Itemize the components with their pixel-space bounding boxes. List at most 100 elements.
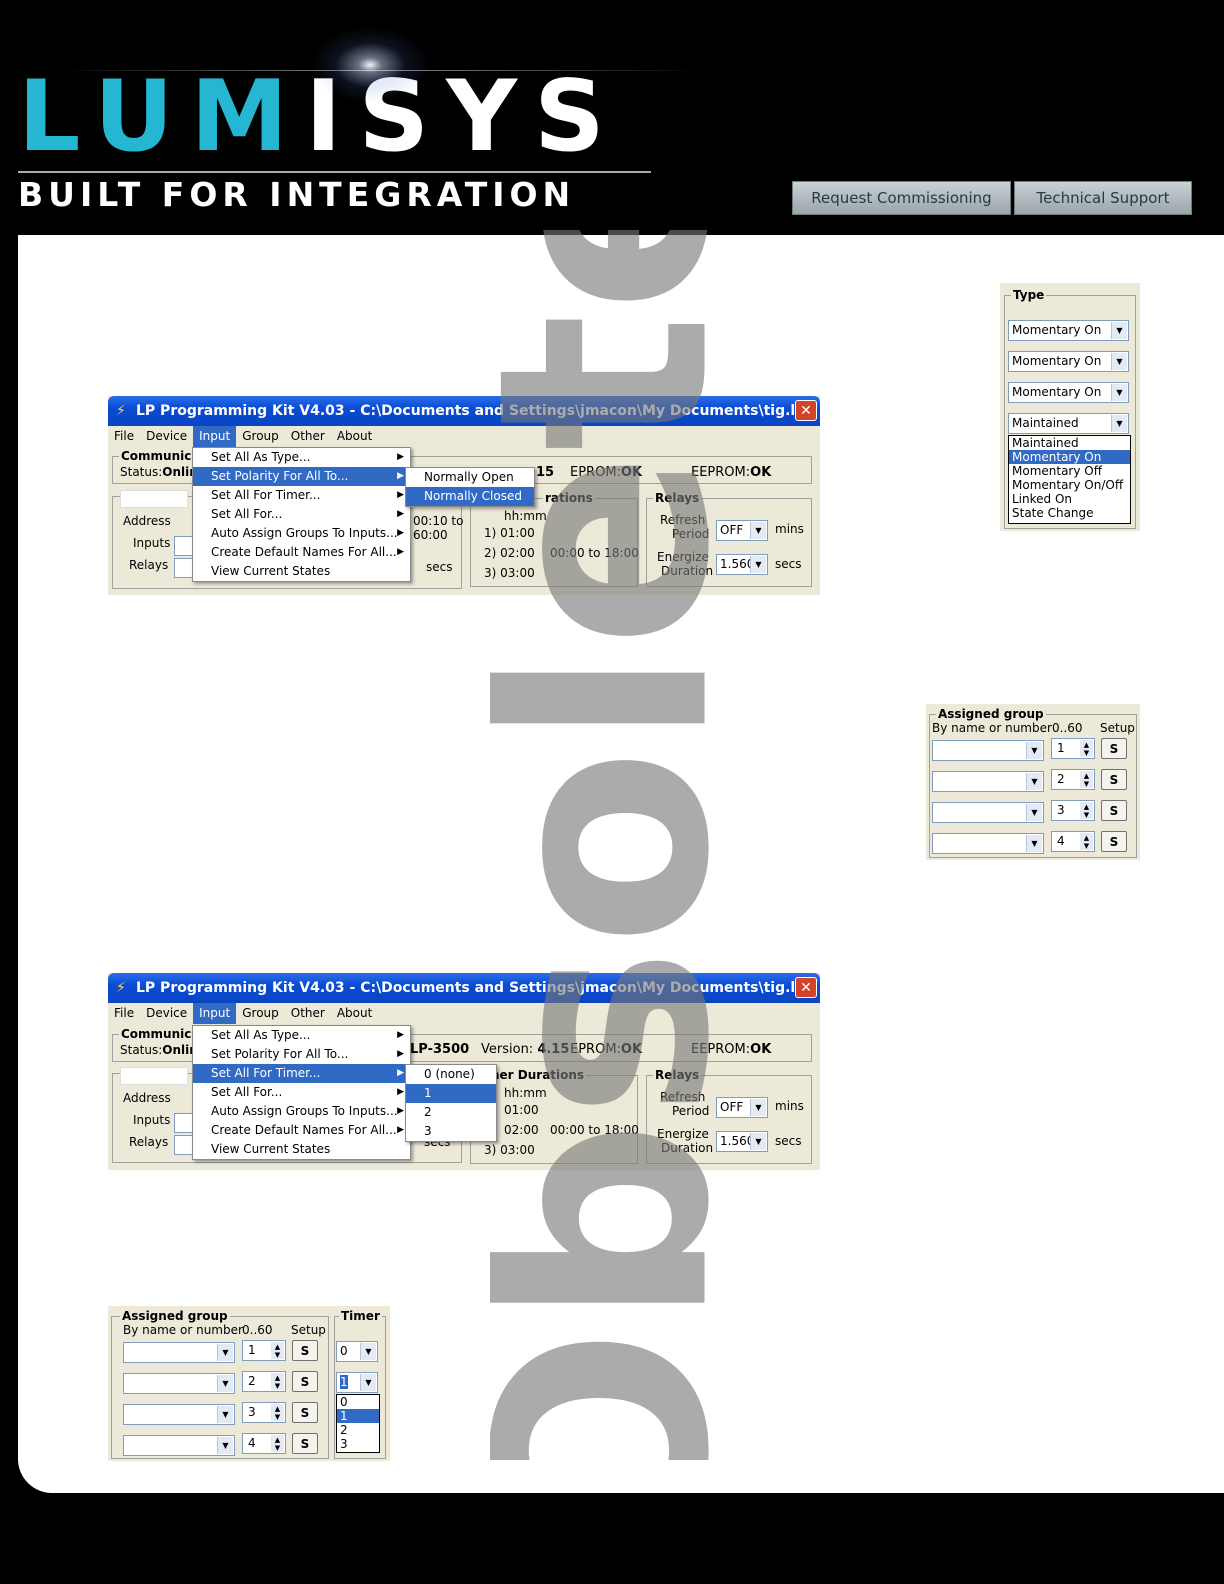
menu-item-auto-assign-groups[interactable]: Auto Assign Groups To Inputs... ▶ xyxy=(193,524,410,543)
setup-button-2[interactable]: S xyxy=(1101,769,1127,790)
type-option[interactable]: Momentary On/Off xyxy=(1009,478,1130,492)
type-option[interactable]: Maintained xyxy=(1009,436,1130,450)
inputs-label: Inputs xyxy=(133,536,171,550)
menu-item-set-all-as-type[interactable]: Set All As Type... ▶ xyxy=(193,448,410,467)
setup-button-1[interactable]: S xyxy=(1101,738,1127,759)
group-combo-1[interactable]: ▼ xyxy=(123,1342,235,1363)
menu-item-set-all-as-type[interactable]: Set All As Type... ▶ xyxy=(193,1026,410,1045)
menu-group[interactable]: Group xyxy=(236,1003,285,1024)
menu-item-timer-2[interactable]: 2 xyxy=(406,1103,496,1122)
spin-arrows-icon[interactable]: ▲ ▼ xyxy=(271,1435,284,1452)
by-name-label: By name or number xyxy=(123,1323,243,1337)
menu-item-view-current-states[interactable]: View Current States xyxy=(193,562,410,581)
type-option[interactable]: State Change xyxy=(1009,506,1130,520)
refresh-period-combo[interactable]: OFF ▼ xyxy=(716,520,768,541)
type-combo-3[interactable]: Momentary On ▼ xyxy=(1008,382,1129,403)
menu-input[interactable]: Input xyxy=(193,426,237,447)
chevron-down-icon: ▼ xyxy=(750,1133,766,1150)
group-combo-4[interactable]: ▼ xyxy=(123,1435,235,1456)
inputs-field[interactable] xyxy=(174,1113,194,1133)
group-combo-3[interactable]: ▼ xyxy=(932,802,1044,823)
timer-option[interactable]: 2 xyxy=(337,1423,379,1437)
spin-arrows-icon[interactable]: ▲ ▼ xyxy=(1080,740,1093,757)
spin-arrows-icon[interactable]: ▲ ▼ xyxy=(271,1404,284,1421)
group-spinner-2[interactable]: 2 ▲ ▼ xyxy=(1051,769,1095,790)
spin-arrows-icon[interactable]: ▲ ▼ xyxy=(271,1342,284,1359)
group-spinner-3[interactable]: 3 ▲ ▼ xyxy=(242,1402,286,1423)
group-spinner-1[interactable]: 1 ▲ ▼ xyxy=(1051,738,1095,759)
energize-duration-combo[interactable]: 1.560 ▼ xyxy=(716,1131,768,1152)
menu-item-set-all-for-timer[interactable]: Set All For Timer... ▶ xyxy=(193,1064,410,1083)
setup-button-2[interactable]: S xyxy=(292,1371,318,1392)
timer-option[interactable]: 3 xyxy=(337,1437,379,1451)
group-combo-1[interactable]: ▼ xyxy=(932,740,1044,761)
setup-button-4[interactable]: S xyxy=(1101,831,1127,852)
spin-arrows-icon[interactable]: ▲ ▼ xyxy=(1080,771,1093,788)
close-icon[interactable]: ✕ xyxy=(795,400,817,421)
menu-item-set-polarity[interactable]: Set Polarity For All To... ▶ xyxy=(193,467,410,486)
menu-other[interactable]: Other xyxy=(285,426,331,447)
type-combo-1[interactable]: Momentary On ▼ xyxy=(1008,320,1129,341)
menu-item-set-polarity[interactable]: Set Polarity For All To... ▶ xyxy=(193,1045,410,1064)
secs-label: secs xyxy=(426,560,453,574)
chevron-down-icon: ▼ xyxy=(360,1343,376,1360)
menu-item-view-current-states[interactable]: View Current States xyxy=(193,1140,410,1159)
type-option[interactable]: Linked On xyxy=(1009,492,1130,506)
spin-arrows-icon[interactable]: ▲ ▼ xyxy=(1080,802,1093,819)
close-icon[interactable]: ✕ xyxy=(795,977,817,998)
group-spinner-1[interactable]: 1 ▲ ▼ xyxy=(242,1340,286,1361)
name-field[interactable] xyxy=(120,1067,188,1085)
group-combo-4[interactable]: ▼ xyxy=(932,833,1044,854)
group-combo-2[interactable]: ▼ xyxy=(123,1373,235,1394)
menu-group[interactable]: Group xyxy=(236,426,285,447)
menu-item-set-all-for-timer[interactable]: Set All For Timer... ▶ xyxy=(193,486,410,505)
timer-option[interactable]: 0 xyxy=(337,1395,379,1409)
menu-item-create-default-names[interactable]: Create Default Names For All... ▶ xyxy=(193,543,410,562)
menu-item-auto-assign-groups[interactable]: Auto Assign Groups To Inputs... ▶ xyxy=(193,1102,410,1121)
menu-other[interactable]: Other xyxy=(285,1003,331,1024)
menu-device[interactable]: Device xyxy=(140,1003,193,1024)
timer-combo-1[interactable]: 0 ▼ xyxy=(336,1341,378,1362)
group-combo-2[interactable]: ▼ xyxy=(932,771,1044,792)
relays-field[interactable] xyxy=(174,1135,194,1155)
setup-button-3[interactable]: S xyxy=(292,1402,318,1423)
menu-item-create-default-names[interactable]: Create Default Names For All... ▶ xyxy=(193,1121,410,1140)
type-option[interactable]: Momentary Off xyxy=(1009,464,1130,478)
menu-file[interactable]: File xyxy=(108,1003,140,1024)
timer-option-selected[interactable]: 1 xyxy=(337,1409,379,1423)
inputs-field[interactable] xyxy=(174,536,194,556)
name-field[interactable] xyxy=(120,490,188,508)
type-option-selected[interactable]: Momentary On xyxy=(1009,450,1130,464)
refresh-period-combo[interactable]: OFF ▼ xyxy=(716,1097,768,1118)
menu-item-set-all-for[interactable]: Set All For... ▶ xyxy=(193,505,410,524)
group-spinner-3[interactable]: 3 ▲ ▼ xyxy=(1051,800,1095,821)
group-spinner-2[interactable]: 2 ▲ ▼ xyxy=(242,1371,286,1392)
menu-device[interactable]: Device xyxy=(140,426,193,447)
type-combo-4[interactable]: Maintained ▼ xyxy=(1008,413,1129,434)
setup-button-3[interactable]: S xyxy=(1101,800,1127,821)
setup-button-1[interactable]: S xyxy=(292,1340,318,1361)
menu-about[interactable]: About xyxy=(331,1003,378,1024)
menu-about[interactable]: About xyxy=(331,426,378,447)
setup-button-4[interactable]: S xyxy=(292,1433,318,1454)
relays-field[interactable] xyxy=(174,558,194,578)
chevron-down-icon: ▼ xyxy=(750,556,766,573)
chevron-down-icon: ▼ xyxy=(217,1375,233,1392)
request-commissioning-button[interactable]: Request Commissioning xyxy=(792,181,1011,215)
timer-combo-2[interactable]: 1 ▼ xyxy=(336,1372,378,1393)
menu-item-timer-1[interactable]: 1 xyxy=(406,1084,496,1103)
group-combo-3[interactable]: ▼ xyxy=(123,1404,235,1425)
menu-item-timer-none[interactable]: 0 (none) xyxy=(406,1065,496,1084)
energize-duration-combo[interactable]: 1.560 ▼ xyxy=(716,554,768,575)
menu-item-timer-3[interactable]: 3 xyxy=(406,1122,496,1141)
group-spinner-4[interactable]: 4 ▲ ▼ xyxy=(242,1433,286,1454)
group-spinner-4[interactable]: 4 ▲ ▼ xyxy=(1051,831,1095,852)
menu-input[interactable]: Input xyxy=(193,1003,237,1024)
menu-file[interactable]: File xyxy=(108,426,140,447)
spin-arrows-icon[interactable]: ▲ ▼ xyxy=(271,1373,284,1390)
type-combo-2[interactable]: Momentary On ▼ xyxy=(1008,351,1129,372)
input-menu: Set All As Type... ▶ Set Polarity For All… xyxy=(192,1025,411,1160)
technical-support-button[interactable]: Technical Support xyxy=(1014,181,1192,215)
spin-arrows-icon[interactable]: ▲ ▼ xyxy=(1080,833,1093,850)
menu-item-set-all-for[interactable]: Set All For... ▶ xyxy=(193,1083,410,1102)
